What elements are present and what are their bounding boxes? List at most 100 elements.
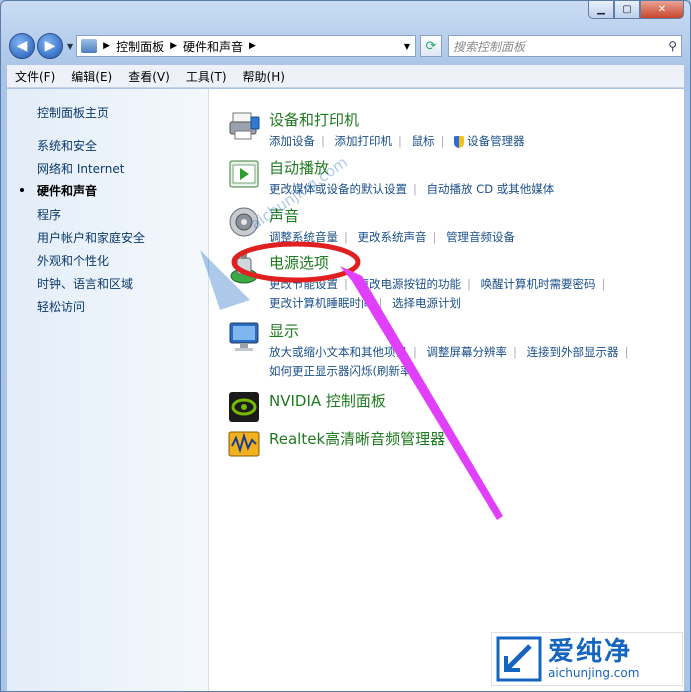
link-add-printer[interactable]: 添加打印机 [335,134,393,148]
refresh-icon: ⟳ [425,38,437,54]
link-separator: | [378,296,383,310]
power-options-icon [230,254,258,284]
sidebar-item-ease-of-access[interactable]: 轻松访问 [37,298,85,315]
link-separator: | [321,134,325,148]
link-adjust-volume[interactable]: 调整系统音量 [269,230,338,244]
history-dropdown-icon[interactable]: ▼ [67,42,73,51]
sidebar-item-system-security[interactable]: 系统和安全 [37,137,97,154]
main-panel: 设备和打印机 添加设备 | 添加打印机 | 鼠标 | 设备管理器 自动播放 更改媒体或… [209,89,684,691]
category-title-devices-printers[interactable]: 设备和打印机 [269,109,525,130]
minimize-button[interactable]: ▁ [588,1,614,19]
sidebar: 控制面板主页 系统和安全 网络和 Internet 硬件和声音 程序 用户帐户和… [7,89,209,691]
link-separator: | [344,277,348,291]
forward-button[interactable]: ▶ [37,33,63,59]
realtek-icon [228,431,260,457]
menu-bar: 文件(F) 编辑(E) 查看(V) 工具(T) 帮助(H) [7,65,684,88]
link-external-display[interactable]: 连接到外部显示器 [527,345,619,359]
category-realtek: Realtek高清晰音频管理器 [228,428,445,457]
category-display: 显示 放大或缩小文本和其他项目 | 调整屏幕分辨率 | 连接到外部显示器 | 如何更正… [229,320,634,379]
maximize-button[interactable]: ▢ [614,1,640,19]
menu-view[interactable]: 查看(V) [128,68,170,85]
sidebar-item-clock-language[interactable]: 时钟、语言和区域 [37,275,133,292]
brand-logo-icon [496,636,542,682]
navigation-bar: ◀ ▶ ▼ ▶ 控制面板 ▶ 硬件和声音 ▶ ▼ ⟳ 搜索控制面板 ⚲ [9,31,682,61]
watermark-brand: 爱纯净 [548,637,633,667]
sidebar-item-programs[interactable]: 程序 [37,206,61,223]
nvidia-icon [229,392,259,422]
breadcrumb-control-panel[interactable]: 控制面板 [116,38,164,55]
link-separator: | [413,182,417,196]
category-title-power-options[interactable]: 电源选项 [269,252,611,273]
link-change-sounds[interactable]: 更改系统声音 [358,230,427,244]
menu-help[interactable]: 帮助(H) [243,68,285,85]
link-add-device[interactable]: 添加设备 [269,134,315,148]
link-autoplay-cd[interactable]: 自动播放 CD 或其他媒体 [427,182,555,196]
chevron-right-icon[interactable]: ▶ [249,41,256,51]
link-row: 更改计算机睡眠时间 | 选择电源计划 [269,295,611,311]
category-devices-printers: 设备和打印机 添加设备 | 添加打印机 | 鼠标 | 设备管理器 [229,109,525,149]
content-area: 控制面板主页 系统和安全 网络和 Internet 硬件和声音 程序 用户帐户和… [7,89,684,691]
category-title-display[interactable]: 显示 [269,320,634,341]
link-require-password-wake[interactable]: 唤醒计算机时需要密码 [481,277,596,291]
link-device-manager[interactable]: 设备管理器 [467,134,525,148]
link-power-button-function[interactable]: 更改电源按钮的功能 [358,277,462,291]
link-change-media-defaults[interactable]: 更改媒体或设备的默认设置 [269,182,407,196]
sidebar-item-network[interactable]: 网络和 Internet [37,160,124,177]
back-arrow-icon: ◀ [16,38,28,54]
sidebar-item-hardware-sound[interactable]: 硬件和声音 [37,182,97,199]
link-row: 调整系统音量 | 更改系统声音 | 管理音频设备 [269,229,515,245]
search-input[interactable]: 搜索控制面板 ⚲ [448,35,682,57]
chevron-right-icon[interactable]: ▶ [170,41,177,51]
link-row: 如何更正显示器闪烁(刷新率) [269,363,634,379]
refresh-button[interactable]: ⟳ [420,35,442,57]
category-title-nvidia[interactable]: NVIDIA 控制面板 [269,390,386,411]
uac-shield-icon [454,135,465,148]
category-nvidia: NVIDIA 控制面板 [229,390,386,422]
sidebar-item-home[interactable]: 控制面板主页 [37,104,109,121]
link-refresh-rate[interactable]: 如何更正显示器闪烁(刷新率) [269,364,416,378]
link-screen-resolution[interactable]: 调整屏幕分辨率 [427,345,508,359]
search-icon[interactable]: ⚲ [668,39,677,53]
sidebar-item-user-accounts[interactable]: 用户帐户和家庭安全 [37,229,145,246]
breadcrumb-hardware-sound[interactable]: 硬件和声音 [183,38,243,55]
link-choose-power-plan[interactable]: 选择电源计划 [392,296,461,310]
address-bar[interactable]: ▶ 控制面板 ▶ 硬件和声音 ▶ ▼ [76,35,416,57]
chevron-right-icon[interactable]: ▶ [103,41,110,51]
category-title-autoplay[interactable]: 自动播放 [269,157,554,178]
category-title-realtek[interactable]: Realtek高清晰音频管理器 [269,428,445,449]
link-row: 更改媒体或设备的默认设置 | 自动播放 CD 或其他媒体 [269,181,554,197]
link-sleep-time[interactable]: 更改计算机睡眠时间 [269,296,373,310]
close-button[interactable]: ✕ [640,1,684,19]
category-power-options: 电源选项 更改节能设置 | 更改电源按钮的功能 | 唤醒计算机时需要密码 | 更改计算… [230,252,611,311]
link-row: 更改节能设置 | 更改电源按钮的功能 | 唤醒计算机时需要密码 | [269,276,611,292]
link-separator: | [432,230,437,244]
watermark-url: aichunjing.com [548,666,640,680]
autoplay-icon [229,160,259,188]
link-separator: | [413,345,417,359]
display-icon [229,322,259,351]
link-separator: | [398,134,402,148]
sidebar-item-appearance[interactable]: 外观和个性化 [37,252,109,269]
menu-tools[interactable]: 工具(T) [186,68,227,85]
link-mouse[interactable]: 鼠标 [412,134,435,148]
control-panel-icon [81,39,98,53]
link-text-size[interactable]: 放大或缩小文本和其他项目 [269,345,407,359]
link-manage-audio-devices[interactable]: 管理音频设备 [446,230,515,244]
watermark-badge: 爱纯净 aichunjing.com [491,632,683,686]
forward-arrow-icon: ▶ [44,38,56,54]
category-sound: 声音 调整系统音量 | 更改系统声音 | 管理音频设备 [229,205,515,245]
link-separator: | [344,230,348,244]
printer-icon [229,112,260,140]
back-button[interactable]: ◀ [9,33,35,59]
link-separator: | [440,134,445,148]
menu-file[interactable]: 文件(F) [15,68,55,85]
link-row: 添加设备 | 添加打印机 | 鼠标 | 设备管理器 [269,133,525,149]
category-title-sound[interactable]: 声音 [269,205,515,226]
control-panel-window: ▁ ▢ ✕ ◀ ▶ ▼ ▶ 控制面板 ▶ 硬件和声音 ▶ ▼ ⟳ 搜索控制面板 … [0,0,691,692]
menu-edit[interactable]: 编辑(E) [71,68,112,85]
link-separator: | [467,277,471,291]
speaker-icon [229,207,259,237]
active-bullet-icon [20,188,24,192]
link-power-saving-settings[interactable]: 更改节能设置 [269,277,338,291]
address-dropdown-icon[interactable]: ▼ [399,42,415,51]
